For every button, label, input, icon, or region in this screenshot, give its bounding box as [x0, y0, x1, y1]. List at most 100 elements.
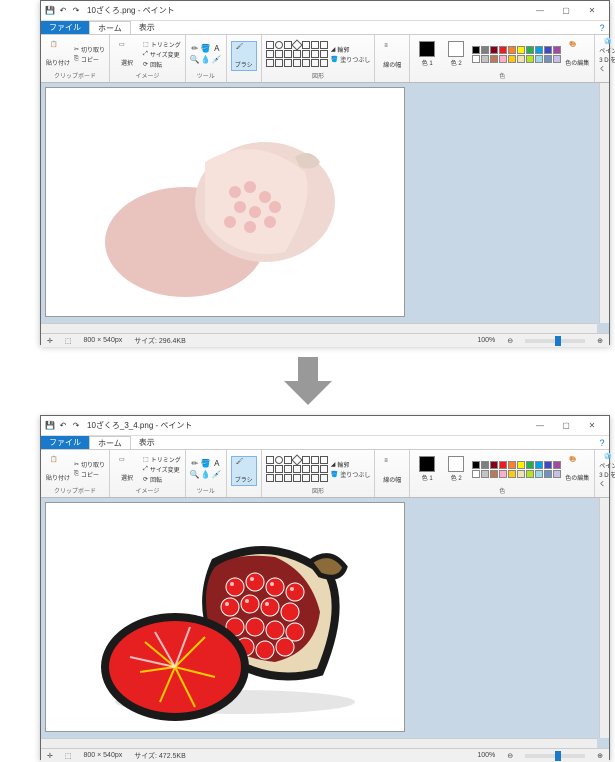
line-width-button[interactable]: ≡ 線の幅: [379, 41, 405, 71]
save-icon[interactable]: 💾: [45, 6, 55, 16]
save-icon[interactable]: 💾: [45, 421, 55, 431]
color-swatch[interactable]: [535, 470, 543, 478]
tool-button[interactable]: ✏: [190, 459, 200, 469]
resize-button[interactable]: ⤢ サイズ変更: [143, 50, 181, 59]
color-swatch[interactable]: [517, 55, 525, 63]
shape-fill-button[interactable]: 🪣 塗りつぶし: [331, 470, 371, 479]
tab-home[interactable]: ホーム: [89, 436, 131, 449]
close-button[interactable]: ✕: [579, 419, 605, 433]
tool-button[interactable]: 🔍: [190, 470, 200, 480]
crop-button[interactable]: ⬚ トリミング: [143, 455, 181, 464]
scrollbar-vertical[interactable]: [599, 83, 609, 323]
tool-button[interactable]: ✏: [190, 44, 200, 54]
brush-button[interactable]: 🖌 ブラシ: [231, 41, 257, 71]
color2-button[interactable]: 色 2: [443, 454, 469, 484]
color-swatch[interactable]: [499, 470, 507, 478]
cut-button[interactable]: ✂ 切り取り: [74, 460, 105, 469]
color-swatch[interactable]: [553, 470, 561, 478]
zoom-out-button[interactable]: ⊖: [507, 752, 513, 760]
color-swatch[interactable]: [472, 461, 480, 469]
color-swatch[interactable]: [544, 470, 552, 478]
color1-button[interactable]: 色 1: [414, 39, 440, 69]
paste-button[interactable]: 📋 貼り付け: [45, 454, 71, 484]
color-swatch[interactable]: [508, 55, 516, 63]
help-icon[interactable]: ?: [595, 21, 609, 34]
redo-icon[interactable]: ↷: [71, 421, 81, 431]
edit-colors-button[interactable]: 🎨 色の編集: [564, 454, 590, 484]
tool-button[interactable]: 💧: [201, 55, 211, 65]
paint3d-button[interactable]: 🧊 ペイント 3 D を開く: [599, 456, 615, 486]
tab-file[interactable]: ファイル: [41, 21, 89, 34]
color-swatch[interactable]: [553, 461, 561, 469]
tool-button[interactable]: 🔍: [190, 55, 200, 65]
select-button[interactable]: ▭ 選択: [114, 39, 140, 69]
rotate-button[interactable]: ⟳ 回転: [143, 60, 181, 69]
paint3d-button[interactable]: 🧊 ペイント 3 D を開く: [599, 41, 615, 71]
paste-button[interactable]: 📋 貼り付け: [45, 39, 71, 69]
maximize-button[interactable]: ▢: [553, 419, 579, 433]
color-swatch[interactable]: [535, 461, 543, 469]
color-swatch[interactable]: [526, 461, 534, 469]
color-swatch[interactable]: [508, 470, 516, 478]
line-width-button[interactable]: ≡ 線の幅: [379, 456, 405, 486]
copy-button[interactable]: ⎘ コピー: [74, 470, 105, 479]
color-swatch[interactable]: [535, 46, 543, 54]
color-swatch[interactable]: [526, 46, 534, 54]
color-swatch[interactable]: [481, 461, 489, 469]
shape-outline-button[interactable]: ◢ 輪郭: [331, 460, 371, 469]
tool-button[interactable]: 🪣: [201, 44, 211, 54]
color-swatch[interactable]: [508, 46, 516, 54]
color-swatch[interactable]: [481, 46, 489, 54]
color-swatch[interactable]: [481, 470, 489, 478]
shapes-gallery[interactable]: [266, 456, 328, 482]
color-swatch[interactable]: [472, 55, 480, 63]
scrollbar-vertical[interactable]: [599, 498, 609, 738]
tab-view[interactable]: 表示: [131, 436, 163, 449]
color-swatch[interactable]: [481, 55, 489, 63]
shape-outline-button[interactable]: ◢ 輪郭: [331, 45, 371, 54]
tool-button[interactable]: A: [212, 44, 222, 54]
rotate-button[interactable]: ⟳ 回転: [143, 475, 181, 484]
cut-button[interactable]: ✂ 切り取り: [74, 45, 105, 54]
color-swatch[interactable]: [472, 470, 480, 478]
color-swatch[interactable]: [544, 46, 552, 54]
color-swatch[interactable]: [490, 46, 498, 54]
zoom-out-button[interactable]: ⊖: [507, 337, 513, 345]
copy-button[interactable]: ⎘ コピー: [74, 55, 105, 64]
scrollbar-horizontal[interactable]: [41, 738, 597, 748]
undo-icon[interactable]: ↶: [58, 6, 68, 16]
tool-button[interactable]: 💉: [212, 55, 222, 65]
color-swatch[interactable]: [499, 55, 507, 63]
scrollbar-horizontal[interactable]: [41, 323, 597, 333]
tool-button[interactable]: 💧: [201, 470, 211, 480]
color-swatch[interactable]: [472, 46, 480, 54]
tool-button[interactable]: 🪣: [201, 459, 211, 469]
color-swatch[interactable]: [544, 461, 552, 469]
color-swatch[interactable]: [544, 55, 552, 63]
help-icon[interactable]: ?: [595, 436, 609, 449]
redo-icon[interactable]: ↷: [71, 6, 81, 16]
canvas[interactable]: [45, 87, 405, 317]
zoom-slider[interactable]: [525, 754, 585, 758]
zoom-slider[interactable]: [525, 339, 585, 343]
crop-button[interactable]: ⬚ トリミング: [143, 40, 181, 49]
maximize-button[interactable]: ▢: [553, 4, 579, 18]
color-swatch[interactable]: [517, 470, 525, 478]
select-button[interactable]: ▭ 選択: [114, 454, 140, 484]
resize-button[interactable]: ⤢ サイズ変更: [143, 465, 181, 474]
color-swatch[interactable]: [553, 46, 561, 54]
color-swatch[interactable]: [508, 461, 516, 469]
color1-button[interactable]: 色 1: [414, 454, 440, 484]
tab-file[interactable]: ファイル: [41, 436, 89, 449]
color-swatch[interactable]: [490, 55, 498, 63]
canvas[interactable]: [45, 502, 405, 732]
color-swatch[interactable]: [499, 461, 507, 469]
color-swatch[interactable]: [553, 55, 561, 63]
tool-button[interactable]: A: [212, 459, 222, 469]
color-swatch[interactable]: [526, 470, 534, 478]
color-swatch[interactable]: [490, 461, 498, 469]
color-swatch[interactable]: [535, 55, 543, 63]
shape-fill-button[interactable]: 🪣 塗りつぶし: [331, 55, 371, 64]
minimize-button[interactable]: —: [527, 4, 553, 18]
close-button[interactable]: ✕: [579, 4, 605, 18]
